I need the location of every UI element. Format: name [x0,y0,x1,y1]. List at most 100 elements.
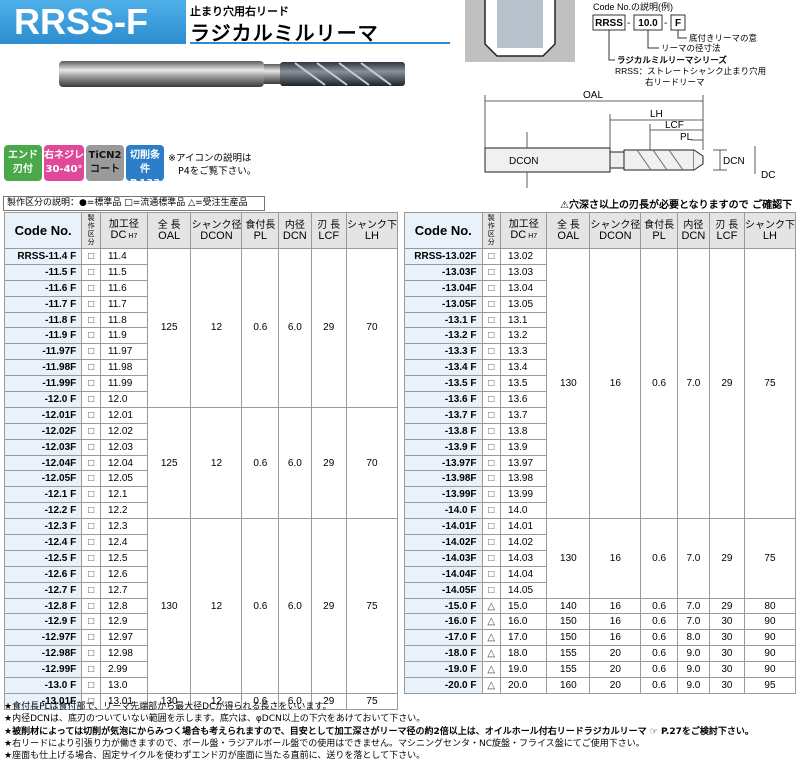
dc-cell: 11.4 [99,248,148,265]
code-no-cell: -11.7 F [3,295,83,313]
code-no-cell: -12.9 F [3,613,83,631]
dc-cell: 12.7 [99,581,148,599]
production-class-cell: □ [481,359,502,377]
dcn-cell: 9.0 [676,661,710,679]
dim-pl-label: PL [680,132,693,143]
column-header-sub: DCON [599,229,632,242]
production-class-cell: □ [481,295,502,313]
dcn-cell: 6.0 [278,406,312,520]
code-example-series: RRSS [595,18,623,29]
dcn-cell: 7.0 [676,613,710,631]
production-class-cell: □ [81,645,101,663]
dc-cell: 12.98 [99,645,148,663]
production-class-cell: □ [481,263,502,281]
column-header-sub: PL [253,229,268,242]
production-class-cell: △ [481,597,502,615]
column-header-sub: OAL [557,229,580,242]
lh-cell: 90 [743,629,797,647]
code-no-cell: -19.0 F [404,661,483,679]
oal-cell: 130 [146,518,192,694]
dcon-cell: 16 [589,247,642,520]
lh-cell: 75 [345,518,399,694]
oal-cell: 160 [546,677,591,694]
lcf-cell: 29 [310,248,347,408]
dc-cell: 11.7 [99,295,148,313]
table-row: -16.0 F △ 16.0 150 16 0.6 7.0 30 90 [404,613,797,631]
code-no-cell: -12.3 F [3,518,83,536]
dc-cell: 12.03 [99,438,148,456]
dc-cell: 12.4 [99,534,148,551]
dc-cell: 13.2 [500,327,548,345]
code-no-cell: -12.7 F [3,581,83,599]
production-class-cell: □ [81,454,101,472]
oal-cell: 125 [146,248,192,408]
code-no-cell: -13.9 F [404,438,483,456]
dcon-cell: 16 [589,613,642,631]
code-example-diameter: 10.0 [638,18,658,29]
pl-cell: 0.6 [640,677,678,694]
code-no-cell: -13.1 F [404,311,483,329]
column-header-tol: H7 [128,233,138,240]
spec-table-left: Code No. 製作区分 加工径 DC H7 全 長 OAL シャンク径 DCON 食付長 PL 内… [3,212,399,710]
code-no-cell: RRSS-11.4 F [3,248,83,265]
production-class-cell: □ [81,343,101,361]
lh-cell: 70 [345,248,399,408]
lcf-cell: 30 [708,629,745,647]
column-header-kubun: 製作区分 [81,212,101,249]
dc-cell: 14.01 [500,518,548,536]
dcn-cell: 6.0 [278,248,312,408]
lh-cell: 95 [743,677,797,694]
footnote: ★右リードにより引張り力が働きますので、ボール盤・ラジアルボール盤での使用はでき… [4,738,645,749]
lh-cell: 80 [743,597,797,615]
production-class-cell: □ [481,438,502,456]
production-class-cell: □ [481,375,502,393]
spec-table-right: Code No. 製作区分 加工径 DC H7 全 長 OAL シャンク径 DCON 食付長 PL 内… [404,212,797,694]
pl-cell: 0.6 [640,629,678,647]
code-no-cell: -11.97F [3,343,83,361]
column-header-dcn: 内径 DCN [676,212,710,249]
pl-cell: 0.6 [241,406,280,520]
code-no-cell: -14.04F [404,565,483,583]
dc-cell: 13.6 [500,391,548,408]
column-header-label: 食付長 [644,219,675,231]
production-class-cell: □ [481,279,502,297]
column-header-oal: 全 長 OAL [146,212,192,249]
code-no-cell: -13.8 F [404,422,483,440]
column-header-lcf: 刃 長 LCF [708,212,745,249]
table-row: -15.0 F △ 15.0 140 16 0.6 7.0 29 80 [404,597,797,615]
column-header-sub: DCN [282,229,307,242]
svg-text:-: - [664,18,667,29]
column-header-label: Code No. [414,223,472,238]
table-row: -12.01F □ 12.01 125 12 0.6 6.0 29 70 [3,406,399,520]
table-row: -18.0 F △ 18.0 155 20 0.6 9.0 30 90 [404,645,797,663]
column-header-sub: LCF [716,229,738,242]
dim-dcon-label: DCON [509,156,538,167]
column-header-label: 刃 長 [317,219,341,231]
pl-cell: 0.6 [640,613,678,631]
column-header-lh: シャンク下 LH [743,212,797,249]
footnote: ★内径DCNは、底刃のついていない範囲を示します。底穴は、φDCN以上の下穴をあ… [4,714,426,725]
column-header-sub: LH [762,229,777,242]
dc-cell: 12.97 [99,629,148,647]
pl-cell: 0.6 [241,518,280,694]
table-row: -19.0 F △ 19.0 155 20 0.6 9.0 30 90 [404,661,797,679]
oal-cell: 150 [546,613,591,631]
column-header-dc: 加工径 DC H7 [99,212,148,249]
production-class-cell: □ [481,343,502,361]
pl-cell: 0.6 [640,661,678,679]
dim-oal-label: OAL [583,90,603,101]
column-header-sub: DC [510,229,527,241]
code-no-cell: -11.8 F [3,311,83,329]
column-header-label: 全 長 [157,219,181,231]
badge-right-helix: 右ネジレ 30-40° [44,145,84,181]
production-class-cell: □ [481,311,502,329]
code-no-cell: -14.0 F [404,502,483,520]
code-no-cell: -13.7 F [404,406,483,424]
production-class-cell: □ [81,422,101,440]
dc-cell: 11.97 [99,343,148,361]
code-no-cell: -12.02F [3,422,83,440]
svg-text:-: - [627,18,630,29]
table-row: RRSS-11.4 F □ 11.4 125 12 0.6 6.0 29 70 [3,248,399,408]
code-example-desc-type: RRSS：ストレートシャンク止まり穴用 [615,66,766,76]
code-no-cell: -14.01F [404,518,483,536]
